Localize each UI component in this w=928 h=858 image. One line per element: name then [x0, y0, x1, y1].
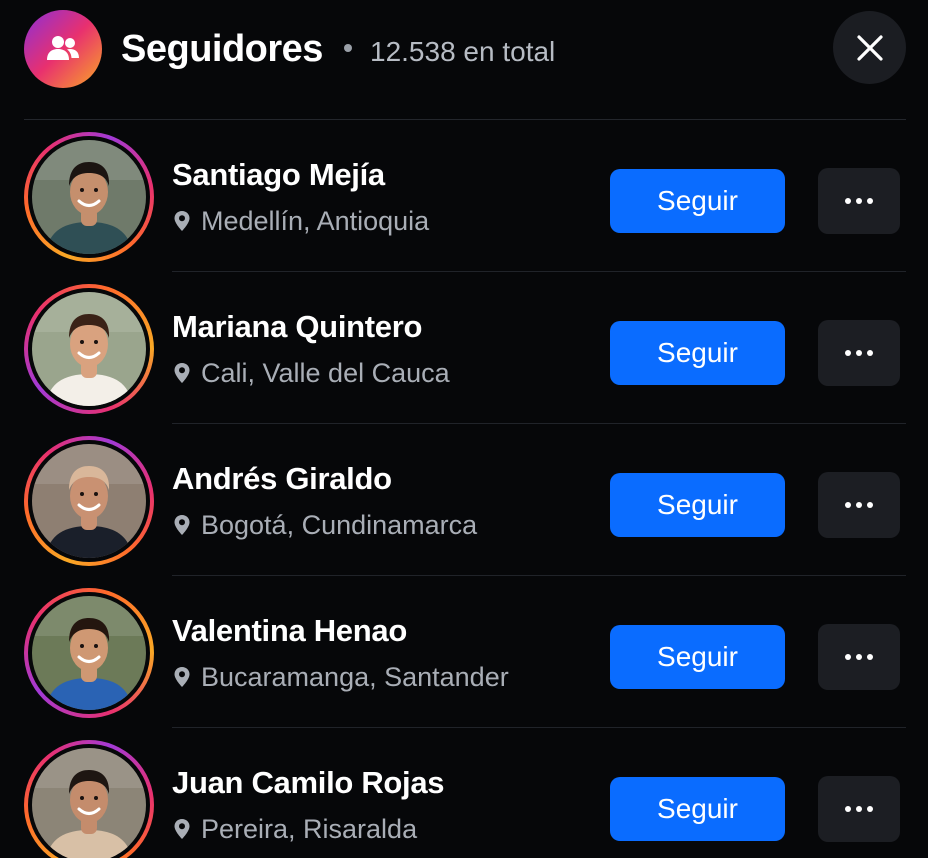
- avatar-photo: [32, 444, 146, 558]
- more-icon: [845, 350, 873, 356]
- more-options-button[interactable]: [818, 776, 900, 842]
- follower-row: Mariana Quintero Cali, Valle del Cauca S…: [0, 272, 928, 424]
- location-text: Cali, Valle del Cauca: [201, 358, 450, 388]
- follower-name[interactable]: Santiago Mejía: [172, 156, 385, 194]
- more-options-button[interactable]: [818, 624, 900, 690]
- follow-button[interactable]: Seguir: [610, 473, 785, 537]
- follower-row: Andrés Giraldo Bogotá, Cundinamarca Segu…: [0, 424, 928, 576]
- more-icon: [845, 198, 873, 204]
- avatar[interactable]: [24, 132, 154, 262]
- avatar[interactable]: [24, 284, 154, 414]
- follow-button[interactable]: Seguir: [610, 321, 785, 385]
- follower-location: Bucaramanga, Santander: [172, 660, 509, 694]
- location-text: Pereira, Risaralda: [201, 814, 418, 844]
- location-text: Bucaramanga, Santander: [201, 662, 509, 692]
- separator-dot: [344, 44, 352, 52]
- follower-location: Pereira, Risaralda: [172, 812, 417, 846]
- avatar-photo: [32, 596, 146, 710]
- more-options-button[interactable]: [818, 472, 900, 538]
- location-pin-icon: [174, 819, 190, 839]
- follower-name[interactable]: Mariana Quintero: [172, 308, 422, 346]
- users-icon: [24, 10, 102, 88]
- followers-count: 12.538 en total: [370, 36, 556, 67]
- follow-button[interactable]: Seguir: [610, 169, 785, 233]
- follower-location: Bogotá, Cundinamarca: [172, 508, 477, 542]
- follow-button[interactable]: Seguir: [610, 625, 785, 689]
- follower-name[interactable]: Valentina Henao: [172, 612, 407, 650]
- location-text: Medellín, Antioquia: [201, 206, 430, 236]
- follower-name[interactable]: Juan Camilo Rojas: [172, 764, 445, 802]
- avatar[interactable]: [24, 740, 154, 858]
- more-icon: [845, 806, 873, 812]
- avatar[interactable]: [24, 588, 154, 718]
- avatar-photo: [32, 292, 146, 406]
- avatar[interactable]: [24, 436, 154, 566]
- page-title: Seguidores: [121, 28, 323, 70]
- location-pin-icon: [174, 667, 190, 687]
- location-pin-icon: [174, 515, 190, 535]
- follower-row: Valentina Henao Bucaramanga, Santander S…: [0, 576, 928, 728]
- location-text: Bogotá, Cundinamarca: [201, 510, 478, 540]
- follower-location: Medellín, Antioquia: [172, 204, 429, 238]
- close-button[interactable]: [833, 11, 906, 84]
- close-icon: [856, 34, 883, 61]
- location-pin-icon: [174, 211, 190, 231]
- follower-name[interactable]: Andrés Giraldo: [172, 460, 392, 498]
- follow-button[interactable]: Seguir: [610, 777, 785, 841]
- avatar-photo: [32, 140, 146, 254]
- more-options-button[interactable]: [818, 168, 900, 234]
- more-options-button[interactable]: [818, 320, 900, 386]
- location-pin-icon: [174, 363, 190, 383]
- avatar-photo: [32, 748, 146, 858]
- follower-row: Santiago Mejía Medellín, Antioquia Segui…: [0, 120, 928, 272]
- more-icon: [845, 502, 873, 508]
- followers-header: Seguidores 12.538 en total: [0, 0, 928, 100]
- follower-location: Cali, Valle del Cauca: [172, 356, 450, 390]
- follower-row: Juan Camilo Rojas Pereira, Risaralda Seg…: [0, 728, 928, 858]
- more-icon: [845, 654, 873, 660]
